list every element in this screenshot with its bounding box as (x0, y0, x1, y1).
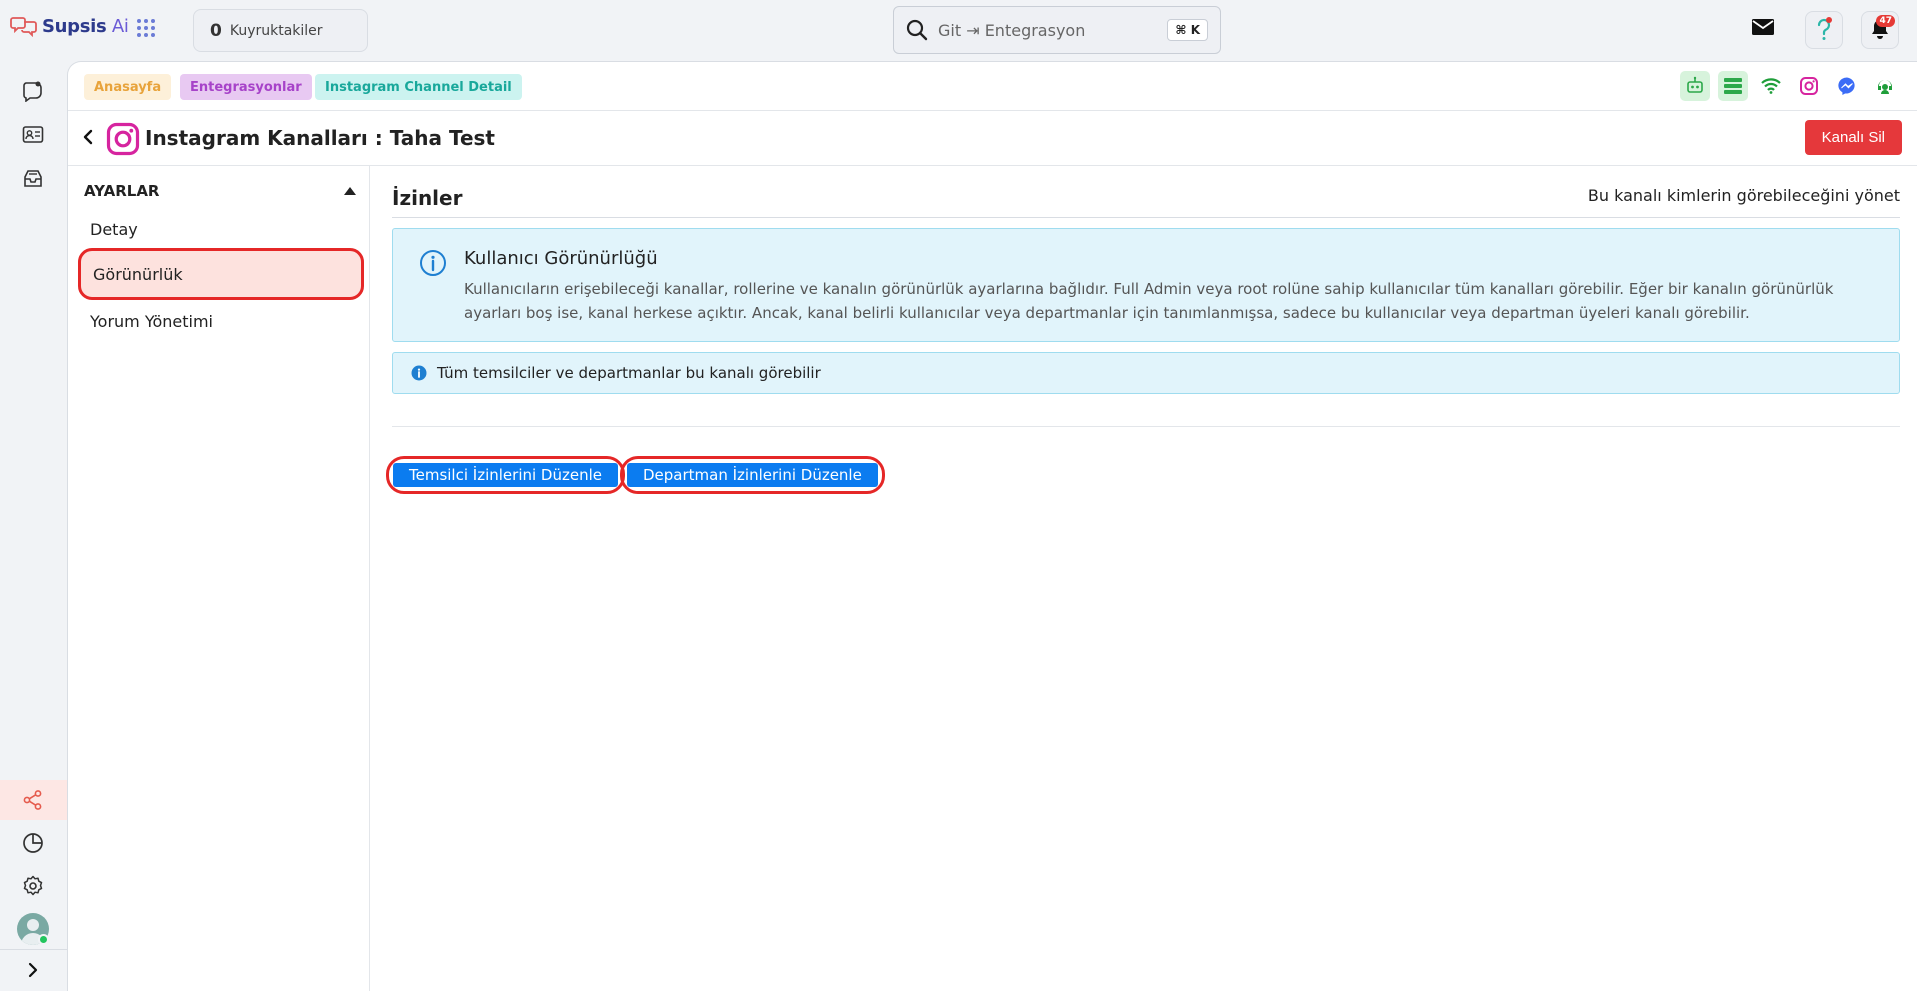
help-button[interactable] (1805, 11, 1843, 49)
notifications-button[interactable]: 47 (1861, 11, 1899, 49)
page-header: Instagram Kanalları : Taha Test Kanalı S… (68, 111, 1917, 166)
breadcrumb-channel-detail[interactable]: Instagram Channel Detail (315, 74, 522, 100)
info-text: Kullanıcıların erişebileceği kanallar, r… (464, 280, 1834, 322)
breadcrumb-integrations[interactable]: Entegrasyonlar (180, 74, 312, 100)
notification-badge: 47 (1876, 15, 1895, 27)
instagram-icon[interactable] (1794, 71, 1824, 101)
app-name: Supsis Ai (42, 15, 129, 37)
section-description: Bu kanalı kimlerin görebileceğini yönet (1587, 186, 1900, 205)
breadcrumb-home[interactable]: Anasayfa (84, 74, 172, 100)
rail-divider (0, 949, 67, 950)
integrations-icon[interactable] (19, 786, 47, 814)
section-divider (392, 426, 1900, 427)
main-panel: Anasayfa Entegrasyonlar Instagram Channe… (67, 61, 1917, 991)
mail-icon[interactable] (1751, 17, 1775, 41)
visibility-status-note: Tüm temsilciler ve departmanlar bu kanal… (392, 352, 1900, 394)
apps-grid-icon[interactable] (136, 18, 156, 42)
queue-button[interactable]: 0 Kuyruktakiler (193, 9, 368, 52)
top-bar: Supsis Ai 0 Kuyruktakiler Git ⇥ Entegras… (0, 0, 1917, 61)
breadcrumb: Anasayfa Entegrasyonlar Instagram Channe… (68, 62, 1917, 111)
note-text: Tüm temsilciler ve departmanlar bu kanal… (437, 364, 821, 382)
expand-chevron-icon[interactable] (19, 956, 47, 984)
settings-title: AYARLAR (84, 182, 160, 200)
bot-icon[interactable] (1680, 71, 1710, 101)
search-placeholder: Git ⇥ Entegrasyon (938, 20, 1086, 40)
settings-gear-icon[interactable] (19, 872, 47, 900)
edit-agent-permissions-button[interactable]: Temsilci İzinlerini Düzenle (393, 463, 618, 487)
inbox-icon[interactable] (19, 165, 47, 193)
app-logo[interactable]: Supsis Ai (10, 15, 129, 37)
left-rail (0, 61, 67, 991)
contacts-icon[interactable] (19, 121, 47, 149)
logo-icon (10, 17, 37, 37)
back-arrow-icon[interactable] (82, 128, 94, 150)
chat-icon[interactable] (19, 77, 47, 105)
settings-item-visibility[interactable]: Görünürlük (78, 248, 364, 300)
search-icon (906, 19, 928, 41)
user-visibility-info: Kullanıcı Görünürlüğü Kullanıcıların eri… (392, 228, 1900, 342)
channel-shortcuts (1680, 71, 1900, 101)
list-icon[interactable] (1718, 71, 1748, 101)
messenger-icon[interactable] (1832, 71, 1862, 101)
department-permissions-highlight: Departman İzinlerini Düzenle (620, 456, 885, 494)
help-indicator (1826, 17, 1832, 23)
settings-item-detail[interactable]: Detay (78, 208, 364, 250)
info-circle-icon (419, 249, 447, 281)
queue-count: 0 (210, 20, 222, 41)
permissions-header: İzinler Bu kanalı kimlerin görebileceğin… (392, 186, 1900, 218)
page-title: Instagram Kanalları : Taha Test (145, 126, 495, 150)
online-status-indicator (38, 934, 49, 945)
section-title: İzinler (392, 186, 463, 210)
settings-section-header[interactable]: AYARLAR (84, 182, 356, 200)
instagram-logo-icon (106, 122, 140, 160)
search-shortcut: ⌘ K (1167, 19, 1208, 41)
global-search[interactable]: Git ⇥ Entegrasyon ⌘ K (893, 6, 1221, 54)
info-filled-icon (411, 365, 427, 381)
delete-channel-button[interactable]: Kanalı Sil (1804, 120, 1902, 155)
settings-item-comment-management[interactable]: Yorum Yönetimi (78, 300, 364, 342)
agent-permissions-highlight: Temsilci İzinlerini Düzenle (386, 456, 625, 494)
edit-department-permissions-button[interactable]: Departman İzinlerini Düzenle (627, 463, 878, 487)
wifi-icon[interactable] (1756, 71, 1786, 101)
settings-sidebar: AYARLAR Detay Görünürlük Yorum Yönetimi (68, 166, 370, 991)
support-agent-icon[interactable] (1870, 71, 1900, 101)
reports-icon[interactable] (19, 829, 47, 857)
info-title: Kullanıcı Görünürlüğü (464, 248, 658, 269)
caret-up-icon (344, 187, 356, 195)
queue-label: Kuyruktakiler (229, 22, 323, 39)
